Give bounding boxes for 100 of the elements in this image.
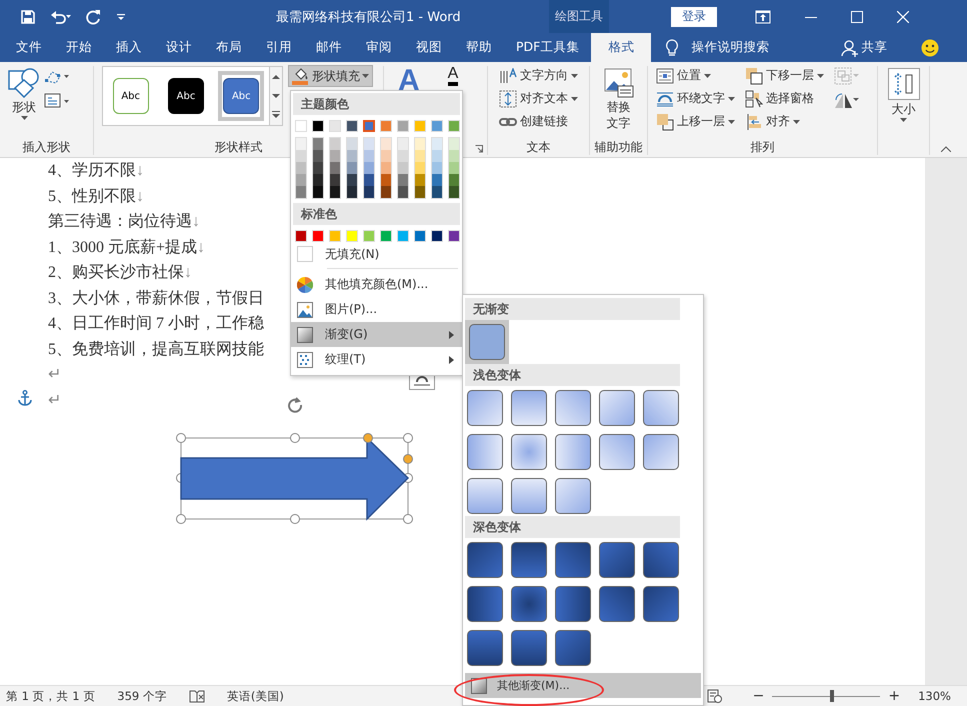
ribbon-button[interactable]: 下移一层 [745, 67, 824, 84]
gradient-option[interactable] [641, 388, 681, 428]
ribbon-tab[interactable]: 设计 [154, 33, 204, 62]
dialog-launcher-icon[interactable] [475, 145, 483, 153]
color-swatch[interactable] [381, 162, 391, 174]
ribbon-button[interactable]: 对齐文本 [499, 90, 578, 107]
color-swatch[interactable] [381, 174, 391, 186]
color-swatch[interactable] [313, 186, 323, 198]
color-swatch[interactable] [364, 138, 374, 150]
gradient-option[interactable] [509, 388, 549, 428]
color-swatch[interactable] [364, 150, 374, 162]
customize-toolbar-icon[interactable] [116, 12, 126, 20]
menu-item[interactable]: 无填充(N) [291, 242, 462, 266]
ribbon-tab[interactable]: 布局 [204, 33, 254, 62]
color-swatch[interactable] [415, 174, 425, 186]
ribbon-button[interactable]: 位置 [656, 67, 735, 84]
color-swatch[interactable] [415, 150, 425, 162]
color-swatch[interactable] [381, 150, 391, 162]
maximize-icon[interactable] [851, 10, 863, 22]
word-count[interactable]: 359 个字 [117, 688, 167, 704]
gradient-option[interactable] [641, 432, 681, 472]
color-swatch[interactable] [347, 150, 357, 162]
gradient-option[interactable] [641, 584, 681, 624]
color-swatch[interactable] [296, 186, 306, 198]
shapes-button[interactable]: 形状 [8, 66, 40, 120]
ribbon-button[interactable]: 上移一层 [656, 113, 735, 130]
menu-item[interactable]: 其他渐变(M)... [465, 673, 701, 698]
text-box-icon[interactable] [44, 93, 70, 109]
color-swatch[interactable] [313, 174, 323, 186]
color-swatch[interactable] [449, 186, 459, 198]
zoom-in-button[interactable]: + [888, 688, 900, 704]
color-swatch[interactable] [296, 138, 306, 150]
ribbon-tab[interactable]: 引用 [254, 33, 304, 62]
gradient-option[interactable] [553, 476, 593, 516]
color-swatch[interactable] [381, 186, 391, 198]
color-swatch[interactable] [313, 150, 323, 162]
gradient-option[interactable] [465, 476, 505, 516]
ribbon-display-icon[interactable] [755, 10, 771, 24]
group-objects-icon[interactable] [834, 67, 860, 85]
ribbon-button[interactable]: 文字方向 [499, 67, 578, 84]
gradient-option[interactable] [465, 432, 505, 472]
ribbon-tab[interactable]: 审阅 [354, 33, 404, 62]
color-swatch[interactable] [363, 120, 375, 132]
page-count[interactable]: 第 1 页，共 1 页 [6, 688, 96, 704]
collapse-ribbon-icon[interactable] [941, 146, 951, 152]
color-swatch[interactable] [330, 186, 340, 198]
zoom-slider-thumb[interactable] [830, 690, 834, 702]
ribbon-tab[interactable]: 邮件 [304, 33, 354, 62]
gradient-option[interactable] [509, 432, 549, 472]
color-swatch[interactable] [330, 174, 340, 186]
color-swatch[interactable] [347, 138, 357, 150]
color-swatch[interactable] [449, 138, 459, 150]
ribbon-tab[interactable]: 文件 [4, 33, 54, 62]
gradient-option[interactable] [553, 540, 593, 580]
zoom-out-button[interactable]: − [752, 688, 764, 704]
tell-me-search[interactable]: 操作说明搜索 [691, 39, 770, 56]
gradient-option[interactable] [553, 584, 593, 624]
share-button[interactable]: 共享 [861, 39, 888, 56]
color-swatch[interactable] [398, 138, 408, 150]
smiley-icon[interactable] [921, 38, 940, 56]
gradient-option[interactable] [509, 540, 549, 580]
text-fill-glyph[interactable]: A [448, 66, 458, 86]
rotate-handle-icon[interactable] [288, 397, 302, 413]
color-swatch[interactable] [381, 138, 391, 150]
ribbon-tab[interactable]: 格式 [591, 33, 652, 62]
web-layout-icon[interactable] [706, 689, 723, 703]
shape-fill-button[interactable]: 形状填充 [288, 65, 373, 87]
ribbon-button[interactable]: 选择窗格 [745, 90, 824, 107]
alt-text-button[interactable]: 替换 文字 [604, 66, 634, 130]
color-swatch[interactable] [364, 174, 374, 186]
color-swatch[interactable] [398, 186, 408, 198]
size-button[interactable]: 大小 [888, 66, 920, 122]
ribbon-tab[interactable]: 帮助 [454, 33, 504, 62]
color-swatch[interactable] [364, 162, 374, 174]
gradient-option[interactable] [641, 540, 681, 580]
zoom-level[interactable]: 130% [918, 689, 951, 703]
gradient-option[interactable] [509, 476, 549, 516]
color-swatch[interactable] [432, 138, 442, 150]
gradient-option[interactable] [553, 628, 593, 668]
edit-shape-icon[interactable] [44, 69, 70, 85]
menu-item[interactable]: 其他填充颜色(M)... [291, 272, 462, 297]
color-swatch[interactable] [313, 162, 323, 174]
color-swatch[interactable] [398, 150, 408, 162]
color-swatch[interactable] [415, 162, 425, 174]
ribbon-button[interactable]: 对齐 [745, 113, 824, 130]
close-icon[interactable] [897, 10, 909, 22]
undo-icon[interactable] [50, 8, 72, 24]
gradient-option[interactable] [597, 388, 637, 428]
gradient-option[interactable] [509, 584, 549, 624]
gradient-option[interactable] [553, 432, 593, 472]
color-swatch[interactable] [296, 174, 306, 186]
language-status[interactable]: 英语(美国) [226, 688, 284, 704]
color-swatch[interactable] [432, 150, 442, 162]
color-swatch[interactable] [347, 162, 357, 174]
color-swatch[interactable] [330, 138, 340, 150]
color-swatch[interactable] [296, 150, 306, 162]
color-swatch[interactable] [296, 162, 306, 174]
ribbon-button[interactable]: 创建链接 [499, 113, 568, 130]
color-swatch[interactable] [313, 138, 323, 150]
color-swatch[interactable] [330, 150, 340, 162]
